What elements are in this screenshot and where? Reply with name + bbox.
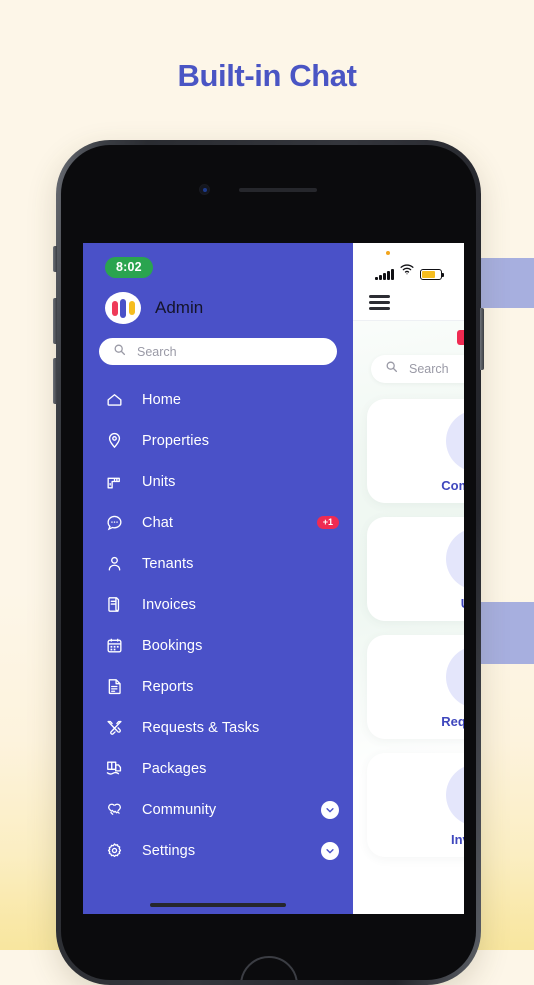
shortcut-card-requests[interactable]: Requests & — [367, 635, 464, 739]
search-icon — [385, 360, 398, 378]
chat-bubble-icon — [105, 513, 124, 532]
shortcut-card-units[interactable]: Units — [367, 517, 464, 621]
status-time: 8:02 — [105, 257, 153, 278]
gear-icon — [105, 841, 124, 860]
sidebar-item-home[interactable]: Home — [83, 379, 353, 420]
sidebar-item-label: Packages — [142, 760, 207, 777]
shortcut-card-label: Community — [441, 477, 464, 493]
signal-bars-icon — [375, 269, 394, 280]
tools-icon — [105, 718, 124, 737]
shortcut-card-list: Community Units — [353, 399, 464, 857]
sidebar-item-community[interactable]: Community — [83, 789, 353, 830]
calendar-icon — [105, 636, 124, 655]
search-icon — [113, 343, 126, 361]
sidebar-search-placeholder: Search — [137, 344, 177, 359]
location-pin-icon — [105, 431, 124, 450]
sidebar-item-properties[interactable]: Properties — [83, 420, 353, 461]
notification-badge — [457, 330, 464, 345]
sidebar-item-invoices[interactable]: Invoices — [83, 584, 353, 625]
sidebar-item-label: Tenants — [142, 555, 194, 572]
sidebar-item-label: Properties — [142, 432, 210, 449]
sidebar-item-label: Invoices — [142, 596, 196, 613]
phone-body: 8:02 Admin Search Home Properties Units … — [61, 145, 476, 980]
battery-icon — [419, 269, 445, 280]
phone-top-bezel — [71, 157, 466, 213]
sidebar-item-label: Bookings — [142, 637, 203, 654]
sidebar-item-packages[interactable]: Packages — [83, 748, 353, 789]
sidebar-item-requests-tasks[interactable]: Requests & Tasks — [83, 707, 353, 748]
sidebar-item-label: Settings — [142, 842, 196, 859]
invoice-document-icon — [105, 595, 124, 614]
phone-mockup: 8:02 Admin Search Home Properties Units … — [53, 140, 484, 985]
home-indicator — [150, 903, 286, 907]
sidebar-item-units[interactable]: Units — [83, 461, 353, 502]
shortcut-card-label: Units — [461, 596, 464, 611]
units-building-icon — [446, 527, 464, 590]
sidebar-search-input[interactable]: Search — [99, 338, 337, 365]
handshake-heart-icon — [446, 409, 464, 472]
front-camera-icon — [199, 184, 210, 195]
handshake-heart-icon — [105, 800, 124, 819]
invoice-document-icon — [446, 763, 464, 826]
phone-screen: 8:02 Admin Search Home Properties Units … — [83, 243, 464, 914]
wifi-icon — [400, 262, 414, 280]
sidebar-item-label: Community — [142, 801, 217, 818]
phone-power-button — [480, 308, 484, 370]
tools-icon — [446, 645, 464, 708]
shortcut-card-invoices[interactable]: Invoices — [367, 753, 464, 857]
sidebar-item-label: Reports — [142, 678, 194, 695]
person-icon — [105, 554, 124, 573]
phone-volume-up-button — [53, 298, 57, 344]
shortcut-card-label: Invoices — [450, 831, 464, 847]
shortcut-card-community[interactable]: Community — [367, 399, 464, 503]
units-building-icon — [105, 472, 124, 491]
package-box-icon — [105, 759, 124, 778]
sidebar-item-settings[interactable]: Settings — [83, 830, 353, 871]
sidebar-item-reports[interactable]: Reports — [83, 666, 353, 707]
home-button[interactable] — [239, 956, 298, 980]
content-search-placeholder: Search — [409, 362, 449, 376]
status-bar — [353, 243, 464, 285]
navigation-drawer: 8:02 Admin Search Home Properties Units … — [83, 243, 353, 914]
sidebar-item-label: Home — [142, 391, 182, 408]
hamburger-menu-icon[interactable] — [369, 295, 390, 310]
content-search-input[interactable]: Search — [371, 355, 464, 383]
page-title: Built-in Chat — [177, 58, 357, 93]
chat-unread-badge: +1 — [316, 516, 339, 529]
avatar — [105, 292, 141, 324]
profile-name: Admin — [155, 298, 204, 317]
chevron-down-icon[interactable] — [321, 841, 339, 860]
recording-indicator-icon — [386, 251, 390, 255]
content-top-bar — [353, 285, 464, 321]
content-panel: Search Community — [353, 243, 464, 914]
sidebar-item-label: Chat — [142, 514, 174, 531]
sidebar-item-chat[interactable]: Chat +1 — [83, 502, 353, 543]
earpiece-speaker — [239, 188, 317, 192]
phone-silent-switch — [53, 246, 57, 272]
home-icon — [105, 390, 124, 409]
profile-header[interactable]: Admin — [83, 278, 353, 324]
sidebar-nav-list: Home Properties Units Chat +1 Tenants In… — [83, 379, 353, 903]
sidebar-item-label: Units — [142, 473, 176, 490]
sidebar-item-bookings[interactable]: Bookings — [83, 625, 353, 666]
chevron-down-icon[interactable] — [321, 800, 339, 819]
sidebar-item-tenants[interactable]: Tenants — [83, 543, 353, 584]
report-document-icon — [105, 677, 124, 696]
phone-volume-down-button — [53, 358, 57, 404]
sidebar-item-label: Requests & Tasks — [142, 719, 260, 736]
shortcut-card-label: Requests & — [441, 713, 464, 729]
